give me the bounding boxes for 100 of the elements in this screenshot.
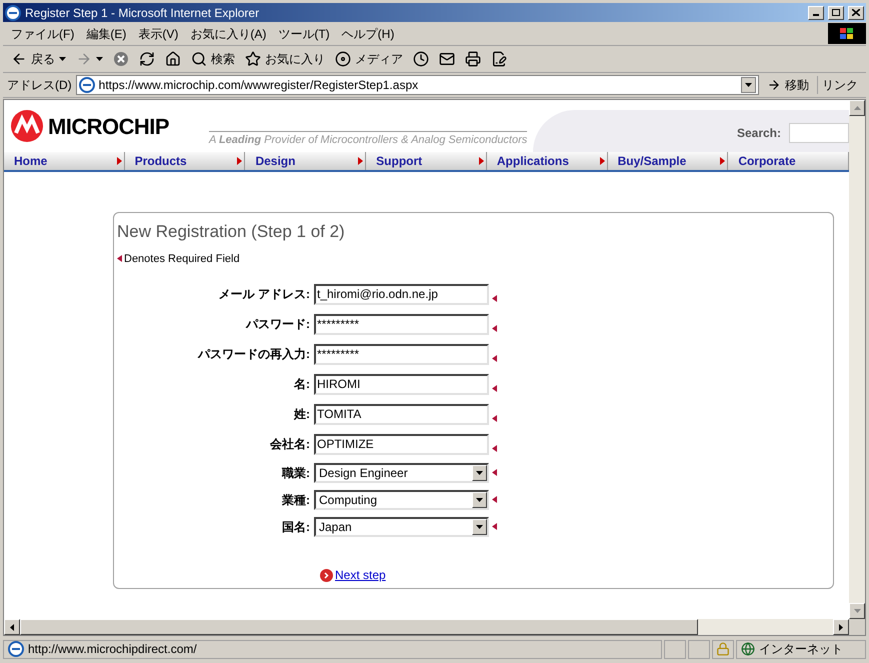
dropdown[interactable]: Computing (314, 490, 489, 510)
printer-icon (465, 51, 481, 67)
arrow-icon (478, 157, 484, 165)
status-text: http://www.microchipdirect.com/ (3, 640, 662, 658)
caret-icon (476, 470, 483, 474)
maximize-button[interactable] (828, 6, 844, 20)
text-field[interactable]: OPTIMIZE (314, 434, 489, 454)
home-icon (165, 51, 181, 67)
field-label: パスワードの再入力: (196, 346, 311, 363)
caret-icon (59, 57, 66, 61)
lock-icon (716, 642, 730, 656)
field-label: メール アドレス: (218, 286, 311, 303)
minimize-button[interactable] (808, 6, 824, 20)
caret-icon (476, 498, 483, 502)
logo: MICROCHIP (10, 109, 169, 143)
links-button[interactable]: リンク (817, 76, 862, 94)
field-label: 会社名: (269, 436, 311, 453)
text-field[interactable]: ********* (314, 314, 489, 334)
browser-icon (8, 641, 24, 657)
required-marker-icon (117, 255, 122, 262)
disc-icon (335, 51, 351, 67)
menu-item[interactable]: ヘルプ(H) (342, 24, 394, 42)
required-note: Denotes Required Field (124, 252, 240, 266)
required-marker-icon (492, 469, 497, 476)
menu-item[interactable]: ツール(T) (278, 24, 330, 42)
field-label: 国名: (281, 518, 311, 536)
scroll-left-icon[interactable] (10, 624, 14, 630)
arrow-icon (237, 157, 242, 165)
text-field[interactable]: TOMITA (314, 404, 489, 424)
address-field[interactable]: https://www.microchip.com/wwwregister/RegisterStep1.aspx (76, 75, 759, 95)
clock-icon (413, 51, 429, 67)
search-label: Search: (736, 125, 781, 142)
nav-tab[interactable]: Home (4, 152, 125, 170)
caret-icon (96, 57, 103, 61)
dropdown[interactable]: Japan (314, 516, 489, 536)
menu-item[interactable]: ファイル(F) (11, 24, 74, 42)
next-icon (320, 568, 333, 582)
nav-tab[interactable]: Applications (486, 152, 608, 170)
scroll-right-icon[interactable] (839, 624, 843, 630)
menu-item[interactable]: 編集(E) (86, 24, 126, 42)
edit-icon (491, 51, 507, 67)
favorites-button[interactable]: お気に入り (241, 48, 329, 70)
media-button[interactable]: メディア (331, 48, 407, 70)
required-marker-icon (492, 414, 497, 422)
required-marker-icon (492, 324, 497, 332)
arrow-icon (600, 157, 605, 165)
nav-tab[interactable]: Support (366, 152, 487, 170)
tagline: A Leading Provider of Microcontrollers & Analog Semiconductors (208, 131, 528, 149)
refresh-icon (139, 51, 155, 67)
caret-icon (476, 524, 483, 528)
required-marker-icon (492, 384, 497, 392)
required-marker-icon (492, 294, 497, 302)
back-button[interactable]: 戻る (7, 48, 70, 70)
required-marker-icon (492, 354, 497, 362)
go-button[interactable]: 移動 (763, 76, 813, 94)
arrow-icon (116, 157, 122, 165)
mail-icon (439, 51, 455, 67)
status-pane (688, 640, 710, 658)
close-button[interactable] (848, 6, 864, 20)
text-field[interactable]: HIROMI (314, 374, 489, 394)
horizontal-scrollbar[interactable] (4, 619, 849, 635)
browser-icon (5, 4, 21, 20)
address-label: アドレス(D) (7, 77, 72, 94)
nav-tab[interactable]: Design (245, 152, 366, 170)
go-arrow-icon (767, 78, 781, 92)
status-pane (664, 640, 686, 658)
next-step-link[interactable]: Next step (335, 566, 386, 584)
maximize-icon (832, 9, 840, 16)
field-label: 姓: (292, 406, 311, 423)
search-icon (191, 51, 207, 67)
search-field[interactable] (789, 123, 849, 143)
form-title: New Registration (Step 1 of 2) (117, 221, 346, 243)
arrow-icon (720, 157, 726, 165)
zone-indicator: インターネット (736, 640, 866, 658)
star-icon (245, 51, 261, 67)
search-button[interactable]: 検索 (187, 48, 239, 70)
nav-tab[interactable]: Buy/Sample (608, 152, 728, 170)
dropdown[interactable]: Design Engineer (314, 462, 489, 482)
required-marker-icon (492, 496, 497, 503)
field-label: 業種: (281, 492, 311, 508)
close-icon (852, 9, 860, 16)
required-marker-icon (492, 444, 497, 452)
stop-icon (113, 51, 129, 67)
globe-icon (741, 642, 755, 656)
text-field[interactable]: t_hiromi@rio.odn.ne.jp (314, 284, 489, 304)
arrow-icon (358, 157, 364, 165)
text-field[interactable]: ********* (314, 344, 489, 364)
field-label: 名: (292, 376, 311, 393)
field-label: 職業: (280, 464, 311, 482)
logo-icon (10, 109, 44, 143)
menu-item[interactable]: お気に入り(A) (190, 24, 266, 42)
window-title: Register Step 1 - Microsoft Internet Explorer (25, 4, 260, 22)
nav-tab[interactable]: Products (124, 152, 246, 170)
caret-icon (745, 83, 752, 87)
required-marker-icon (492, 523, 497, 530)
field-label: パスワード: (244, 316, 311, 333)
browser-icon (78, 77, 95, 93)
forward-arrow-icon (76, 51, 92, 67)
menu-item[interactable]: 表示(V) (138, 24, 178, 42)
windows-logo-icon (828, 23, 866, 44)
